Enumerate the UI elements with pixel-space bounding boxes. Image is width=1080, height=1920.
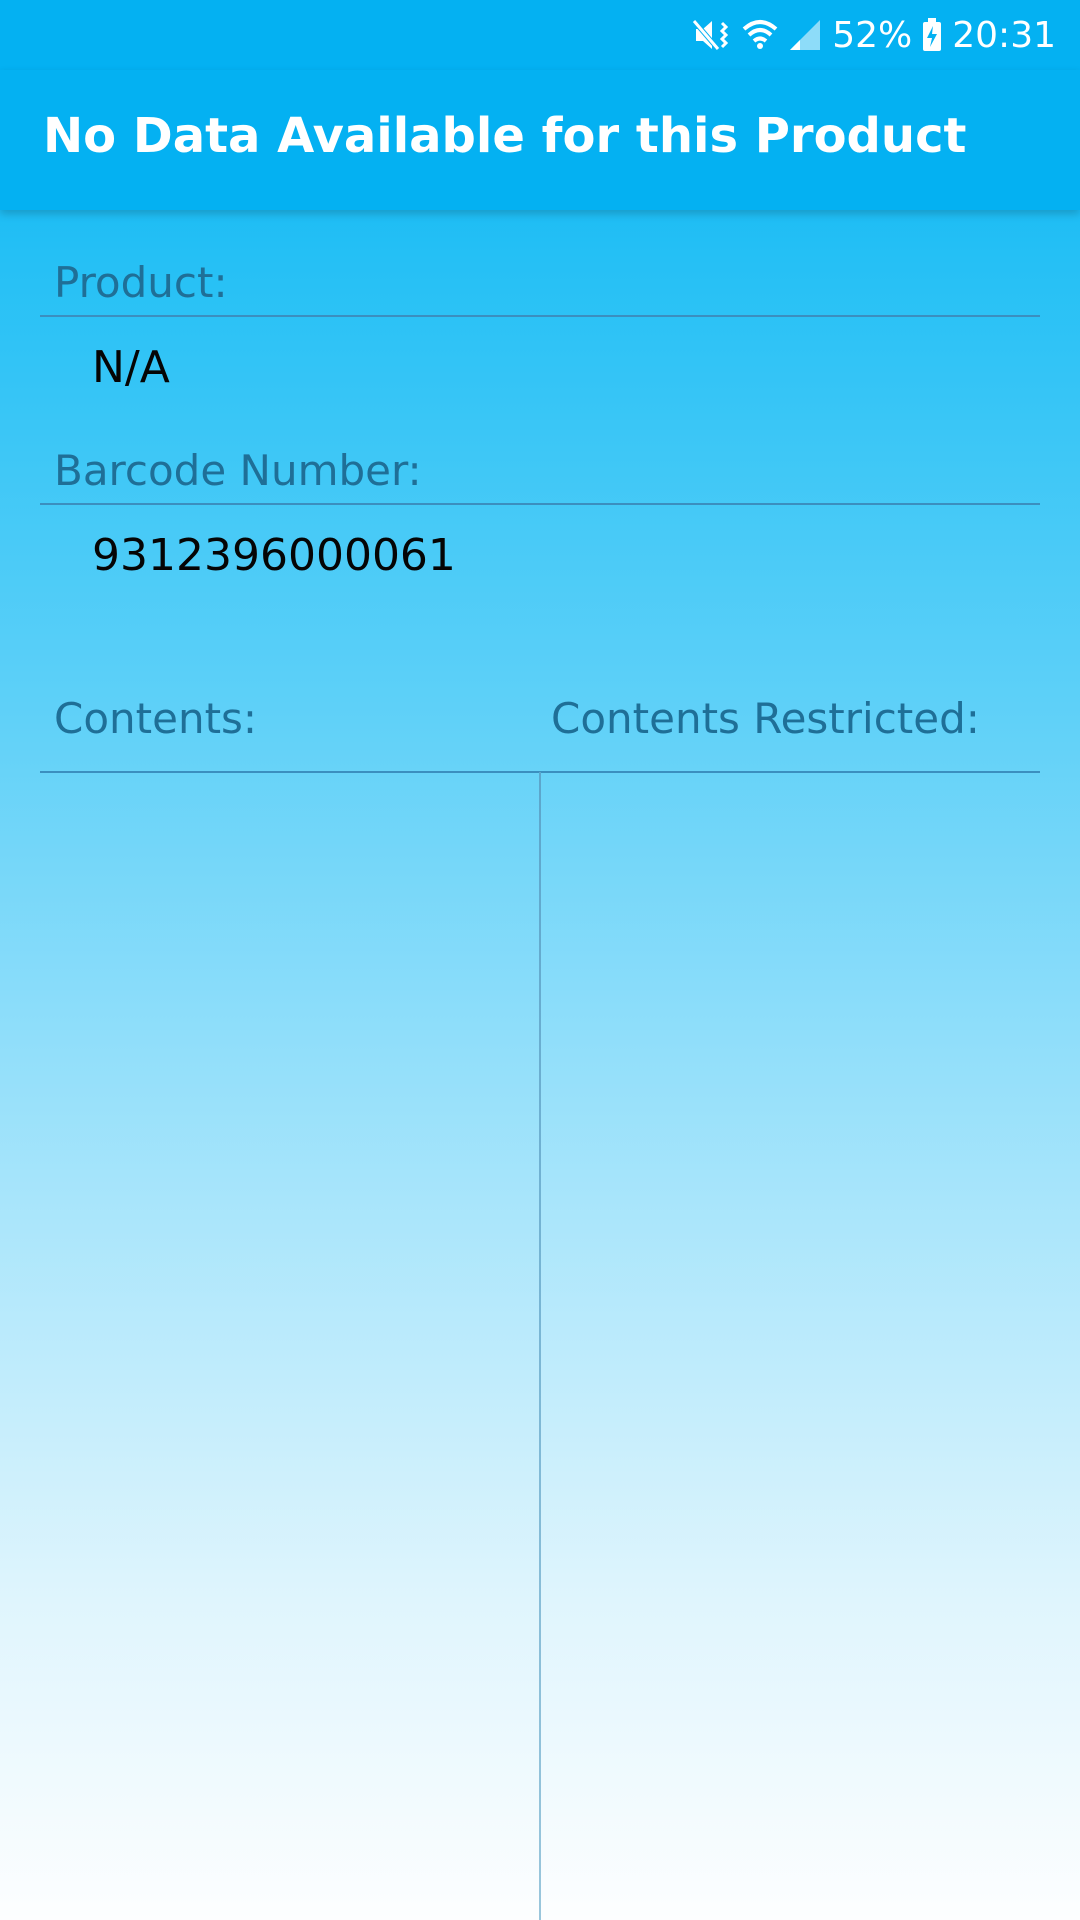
battery-charging-icon (922, 18, 942, 52)
wifi-icon (742, 17, 778, 53)
status-bar: 52% 20:31 (0, 0, 1080, 70)
app-bar: No Data Available for this Product (0, 70, 1080, 210)
product-value: N/A (92, 342, 170, 393)
status-icons: 52% 20:31 (692, 10, 1056, 60)
barcode-divider (40, 503, 1040, 505)
barcode-value: 9312396000061 (92, 530, 456, 581)
contents-label: Contents: (54, 694, 258, 743)
mute-vibrate-icon (692, 17, 732, 53)
contents-restricted-label: Contents Restricted: (551, 694, 980, 743)
clock: 20:31 (952, 14, 1056, 56)
barcode-label: Barcode Number: (54, 446, 422, 495)
product-divider (40, 315, 1040, 317)
signal-icon (788, 18, 822, 52)
page-title: No Data Available for this Product (43, 108, 967, 164)
battery-percent: 52% (832, 14, 913, 56)
product-label: Product: (54, 258, 228, 307)
column-divider (539, 772, 541, 1920)
